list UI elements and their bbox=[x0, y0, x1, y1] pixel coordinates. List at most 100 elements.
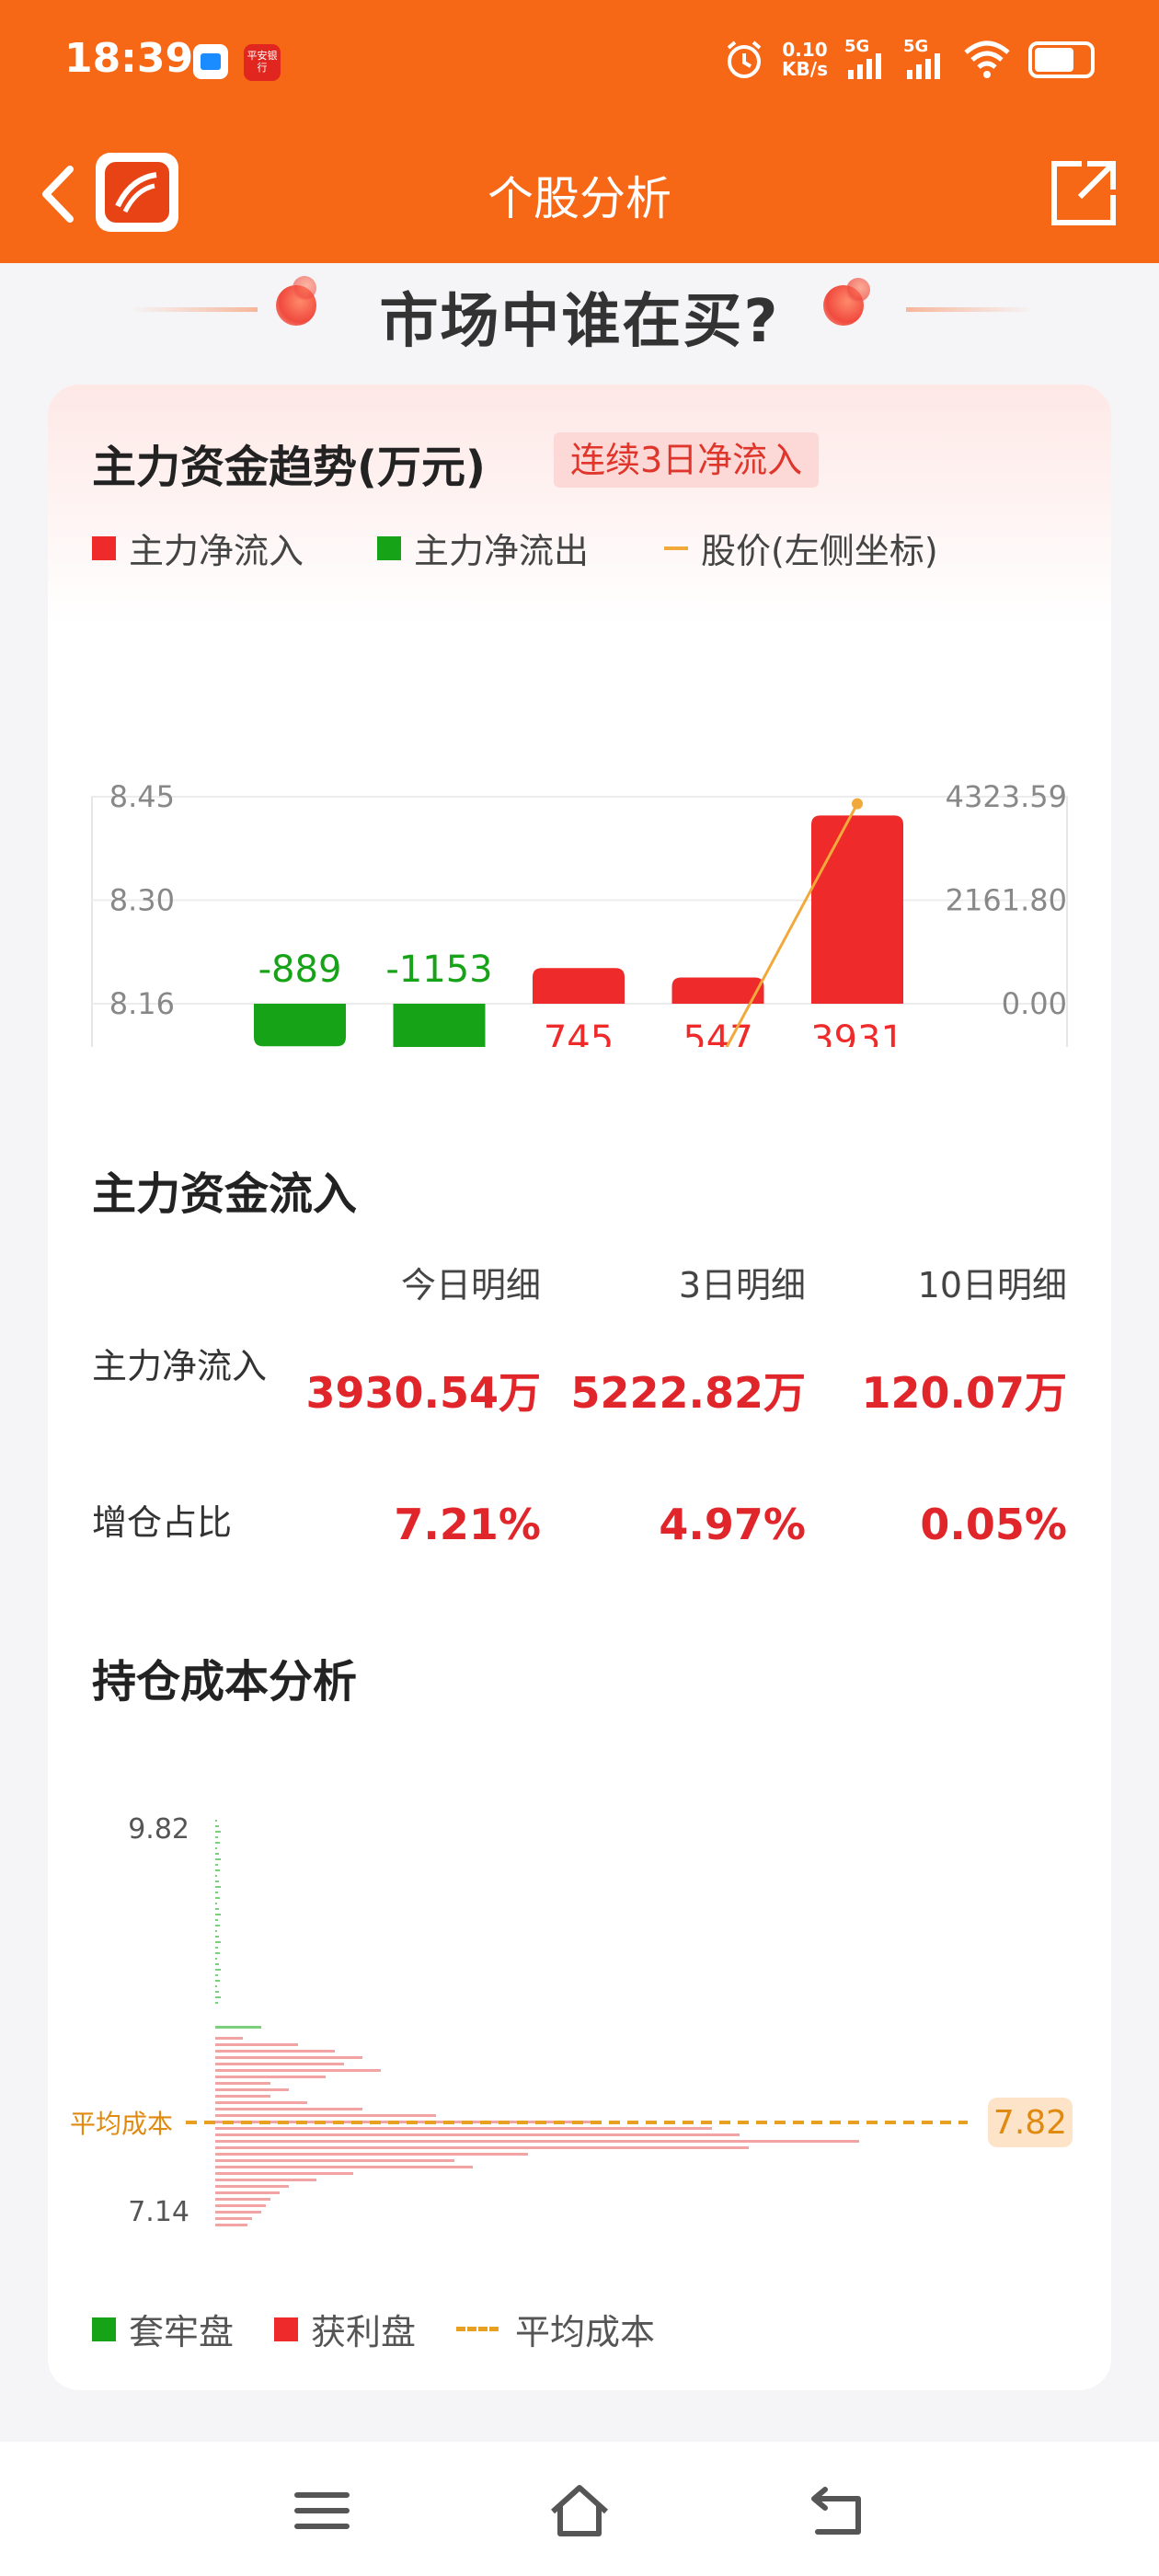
signal-bars-icon bbox=[907, 53, 940, 79]
legend-avg: 平均成本 bbox=[456, 2304, 655, 2354]
price-swatch bbox=[664, 546, 688, 550]
profit-bar bbox=[215, 2114, 436, 2117]
trend-badge: 连续3日净流入 bbox=[554, 432, 820, 488]
legend-avg-label: 平均成本 bbox=[515, 2312, 656, 2352]
share-icon[interactable] bbox=[1045, 155, 1122, 232]
cost-bottom-price: 7.14 bbox=[128, 2196, 189, 2228]
profit-bar bbox=[215, 2088, 289, 2091]
bank-app-icon: 平安银行 bbox=[244, 44, 281, 81]
trapped-bar bbox=[215, 1825, 219, 1827]
avg-swatch bbox=[456, 2327, 499, 2331]
banner-divider-right bbox=[906, 307, 1035, 312]
profit-bar bbox=[215, 2191, 280, 2194]
inflow-swatch bbox=[92, 535, 116, 560]
bar-value-label: 3931 bbox=[810, 1018, 904, 1047]
trend-title: 主力资金趋势(万元) bbox=[92, 442, 486, 493]
profit-swatch bbox=[274, 2317, 299, 2341]
profit-bar bbox=[215, 2127, 712, 2130]
trapped-bar bbox=[215, 1903, 217, 1904]
notification-app-icon bbox=[193, 44, 228, 79]
legend-outflow-label: 主力净流出 bbox=[414, 531, 590, 571]
trapped-bar bbox=[215, 1996, 221, 1998]
legend-inflow-label: 主力净流入 bbox=[129, 531, 304, 571]
trapped-bar bbox=[215, 1836, 218, 1838]
legend-trapped: 套牢盘 bbox=[92, 2304, 234, 2354]
trapped-bar bbox=[215, 1880, 219, 1882]
trapped-bar bbox=[215, 1974, 218, 1976]
menu-icon[interactable] bbox=[290, 2478, 354, 2543]
left-tick-label: 8.16 bbox=[109, 986, 175, 1021]
flow-value: 7.21% bbox=[394, 1500, 541, 1549]
profit-bar bbox=[215, 2108, 362, 2110]
profit-bar bbox=[215, 2179, 316, 2181]
profit-bar bbox=[215, 2153, 528, 2156]
cost-bars bbox=[215, 1820, 859, 2226]
trapped-bar bbox=[215, 1831, 221, 1833]
capital-trend-chart: 8.454323.598.302161.808.160.008.01-2161.… bbox=[91, 779, 1068, 1047]
avg-cost-value: 7.82 bbox=[993, 2104, 1067, 2142]
trapped-bar bbox=[215, 1869, 220, 1871]
analysis-card: 主力资金趋势(万元) 连续3日净流入 主力净流入 主力净流出 股价(左侧坐标) … bbox=[48, 385, 1111, 2390]
legend-inflow: 主力净流入 bbox=[92, 523, 304, 573]
flow-col-10day: 10日明细 bbox=[917, 1265, 1067, 1305]
bar-value-label: -1153 bbox=[385, 949, 492, 991]
profit-bar bbox=[215, 2063, 344, 2065]
bar-value-label: 745 bbox=[544, 1018, 614, 1047]
bar-value-label: -889 bbox=[258, 949, 342, 991]
cost-legend: 套牢盘 获利盘 平均成本 bbox=[92, 2304, 695, 2354]
page-title: 个股分析 bbox=[488, 172, 671, 225]
flow-title: 主力资金流入 bbox=[92, 1168, 358, 1220]
profit-bar bbox=[215, 2050, 335, 2053]
trapped-bar bbox=[215, 1952, 220, 1954]
profit-bar bbox=[215, 2133, 740, 2136]
trapped-bar bbox=[215, 1875, 217, 1877]
profit-bar bbox=[215, 2069, 381, 2072]
profit-bar bbox=[215, 2095, 270, 2098]
profit-bar bbox=[215, 2076, 326, 2078]
profit-bar bbox=[215, 2224, 247, 2226]
trapped-bar bbox=[215, 1820, 217, 1822]
trapped-bar bbox=[215, 1941, 221, 1943]
profit-bar bbox=[215, 2211, 261, 2214]
flow-value: 120.07万 bbox=[861, 1368, 1067, 1418]
left-tick-label: 8.30 bbox=[109, 883, 175, 918]
trapped-bar bbox=[215, 1847, 217, 1849]
profit-bar bbox=[215, 2159, 454, 2162]
trapped-bar bbox=[215, 1858, 221, 1860]
trapped-swatch bbox=[92, 2317, 116, 2341]
cost-distribution-chart: 9.82 7.14 平均成本 7.82 bbox=[70, 1813, 1073, 2228]
signal-bars-icon bbox=[848, 53, 881, 79]
alarm-icon bbox=[727, 40, 762, 78]
home-icon[interactable] bbox=[547, 2478, 612, 2543]
back-nav-icon[interactable] bbox=[805, 2478, 869, 2543]
flow-bar bbox=[393, 1004, 486, 1047]
flow-value: 4.97% bbox=[659, 1500, 806, 1549]
flow-bar bbox=[811, 815, 903, 1004]
trapped-bar bbox=[215, 1864, 218, 1866]
flow-bar bbox=[533, 968, 625, 1004]
trapped-bar bbox=[215, 1991, 219, 1993]
bar-value-label: 547 bbox=[683, 1018, 752, 1047]
status-time: 18:39 bbox=[64, 35, 194, 82]
trapped-bar bbox=[215, 1969, 221, 1971]
profit-bar bbox=[215, 2166, 473, 2168]
banner-title: 市场中谁在买? bbox=[379, 288, 780, 356]
right-tick-label: 4323.59 bbox=[946, 779, 1067, 814]
legend-profit: 获利盘 bbox=[274, 2304, 416, 2354]
network-speed-value: 0.10 bbox=[782, 39, 828, 61]
trapped-bar bbox=[215, 1963, 219, 1965]
price-point bbox=[852, 798, 863, 810]
profit-bar bbox=[215, 2037, 243, 2040]
profit-bar bbox=[215, 2140, 859, 2143]
left-tick-label: 8.45 bbox=[109, 779, 175, 814]
profit-bar bbox=[215, 2082, 270, 2085]
flow-bar bbox=[254, 1004, 346, 1047]
network-speed: 0.10 KB/s bbox=[782, 40, 828, 79]
status-icons: 0.10 KB/s 5G 5G bbox=[723, 37, 1095, 83]
profit-bar bbox=[215, 2172, 353, 2175]
trapped-bar bbox=[215, 2026, 261, 2029]
right-tick-label: 2161.80 bbox=[946, 883, 1067, 918]
flow-row-label: 增仓占比 bbox=[92, 1502, 233, 1543]
signal-1: 5G bbox=[844, 37, 887, 81]
signal-2: 5G bbox=[903, 37, 946, 81]
